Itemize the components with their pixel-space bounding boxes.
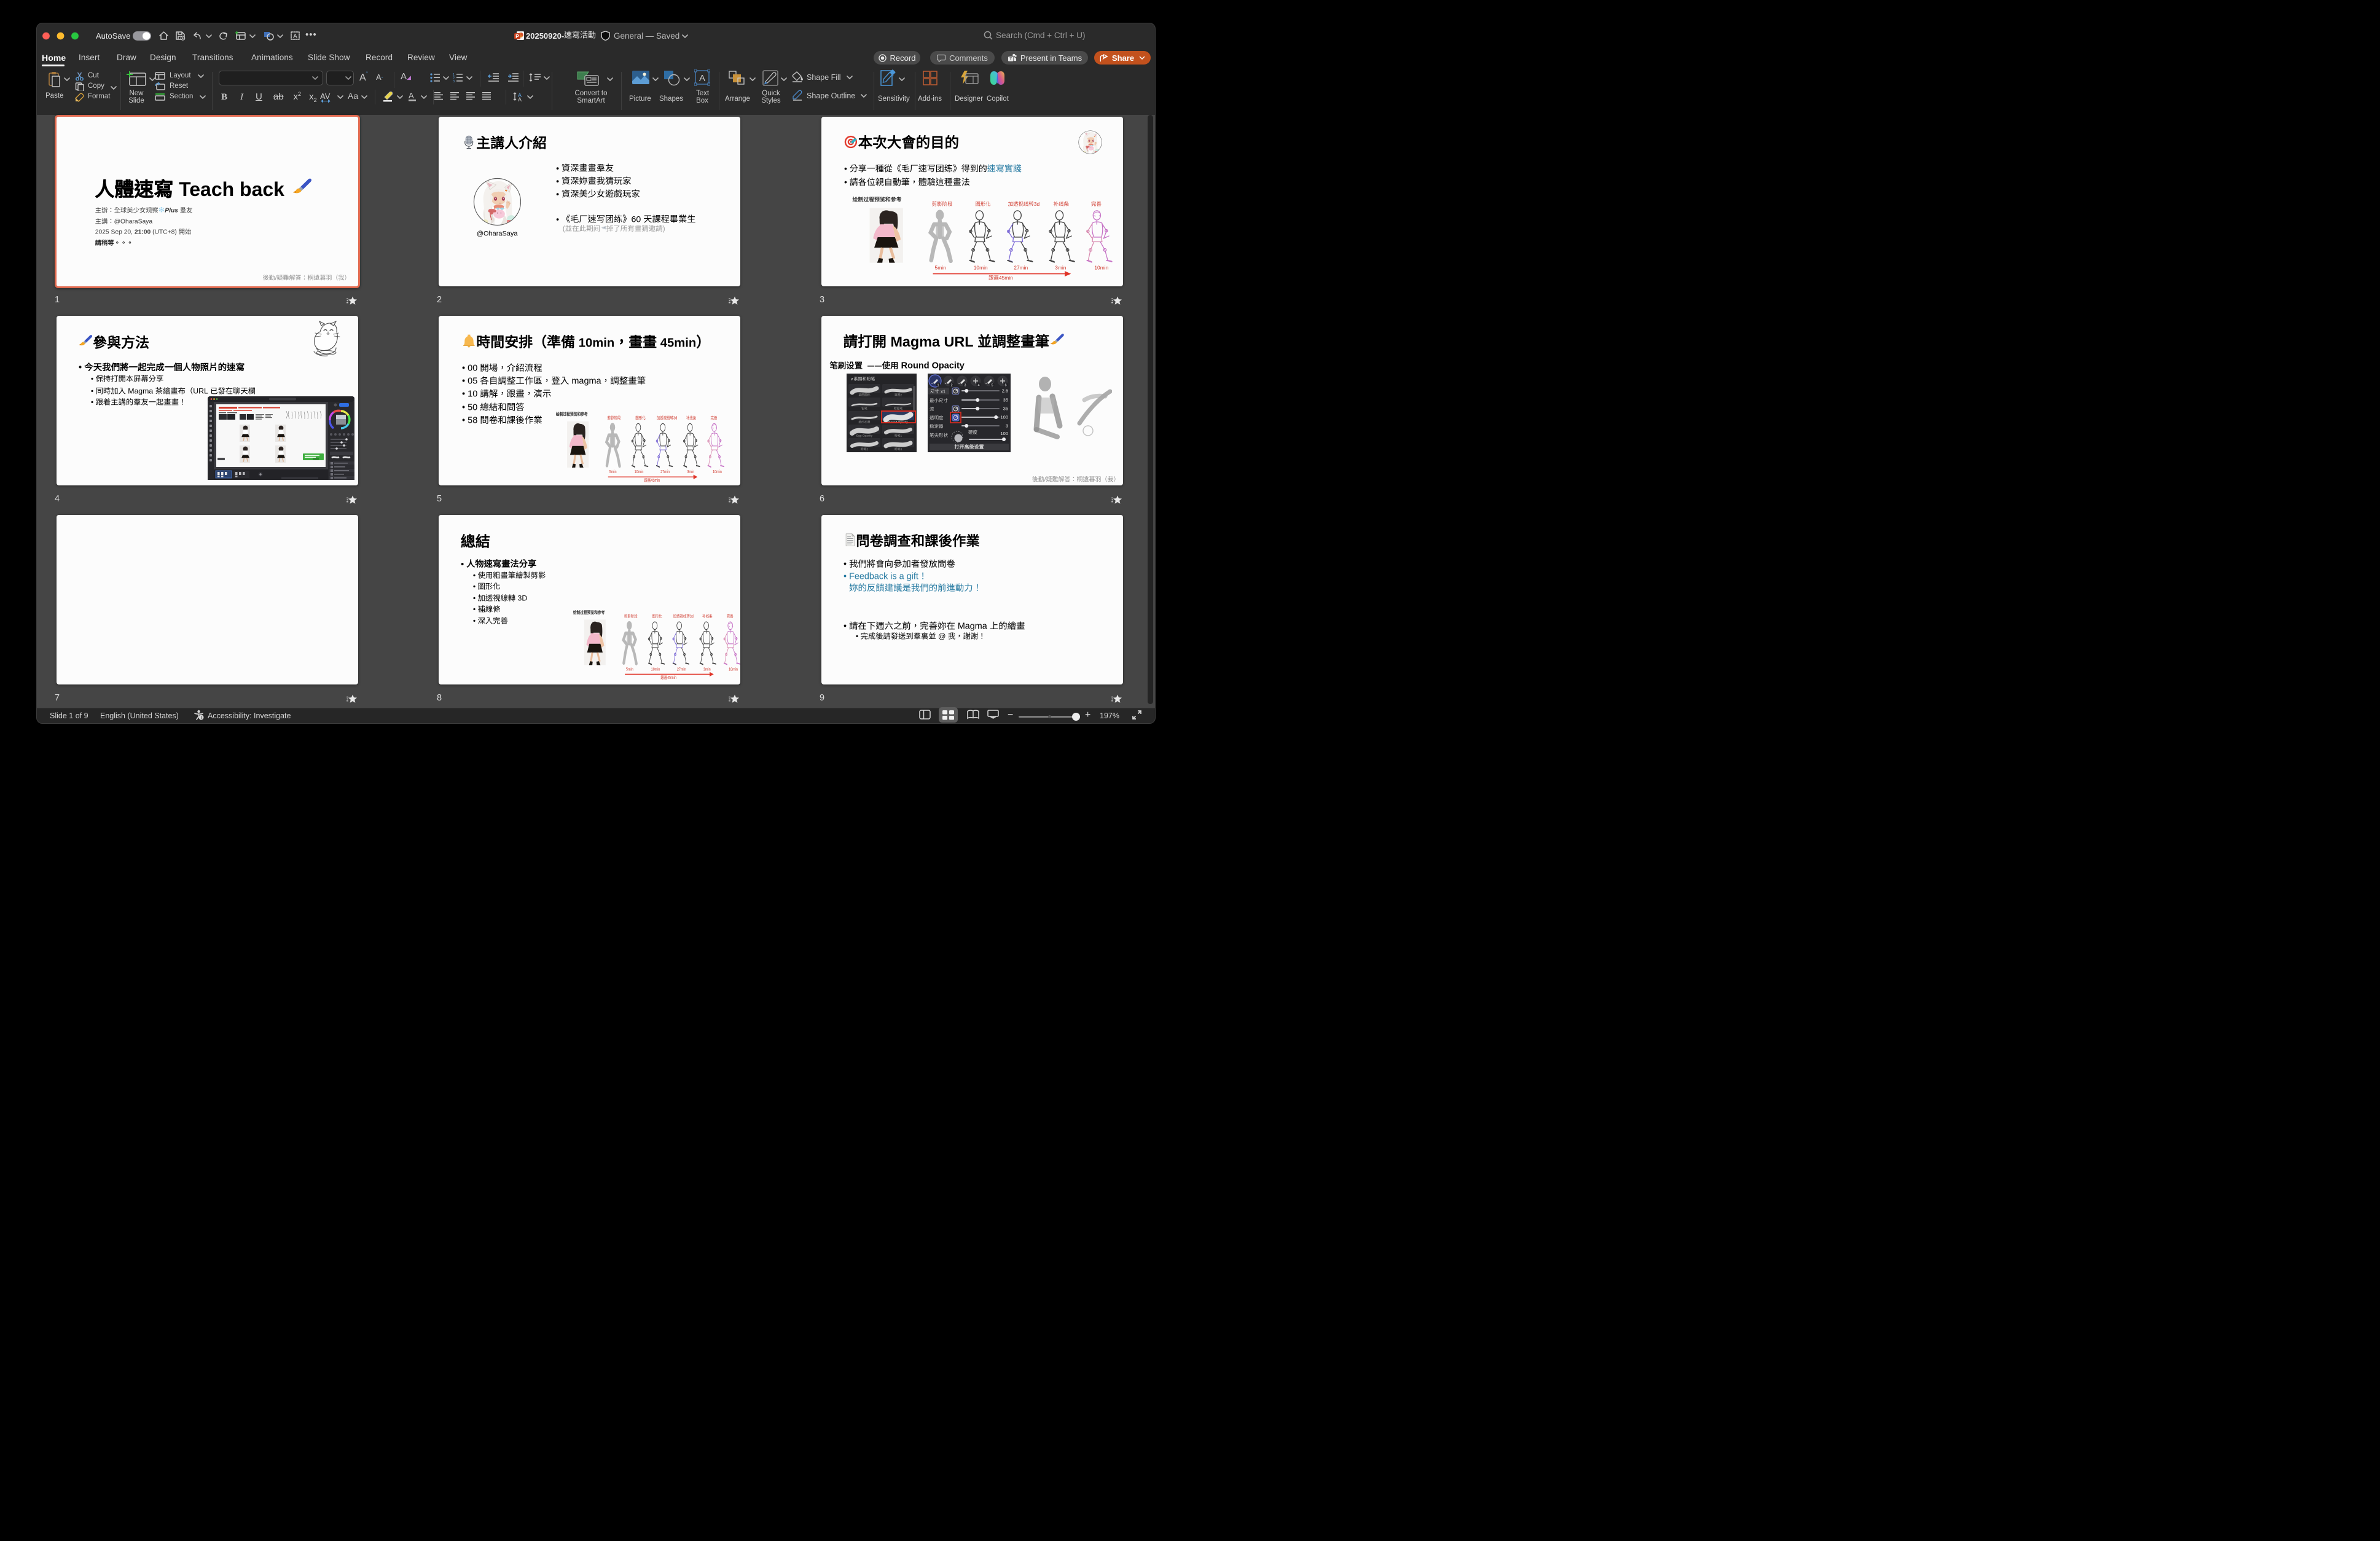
svg-text:•: • (556, 190, 562, 200)
svg-text:A: A (409, 91, 414, 100)
svg-text:/: / (1044, 476, 1046, 483)
svg-text:60: 60 (632, 215, 644, 225)
svg-text:•: • (556, 215, 562, 225)
svg-text:•: • (79, 363, 84, 372)
svg-text:•: • (90, 386, 95, 395)
svg-text:@: @ (936, 632, 947, 640)
svg-text:(: ( (563, 225, 565, 233)
svg-text:• 05: • 05 (462, 377, 480, 386)
svg-text:•: • (472, 616, 477, 625)
svg-text:•: • (472, 594, 477, 602)
svg-text:•: • (472, 582, 477, 591)
svg-text:•: • (855, 632, 860, 640)
svg-text:Round Opacity: Round Opacity (899, 361, 965, 371)
svg-text:•: • (472, 605, 477, 614)
svg-text:Magma: Magma (955, 621, 989, 631)
svg-text:•: • (844, 560, 849, 570)
svg-text:A: A (293, 33, 297, 40)
svg-text:A: A (699, 73, 705, 84)
svg-text:•: • (844, 163, 850, 173)
svg-text:3D: 3D (515, 594, 527, 602)
svg-text:• 58: • 58 (462, 416, 480, 426)
svg-text:• 00: • 00 (462, 364, 480, 374)
svg-text:•: • (90, 375, 95, 383)
svg-text:2025 Sep 20,: 2025 Sep 20, (95, 229, 135, 236)
svg-text:): ) (662, 225, 665, 233)
svg-text:A: A (518, 96, 522, 102)
svg-text:•: • (844, 621, 849, 631)
svg-text:Plus: Plus (165, 208, 178, 214)
svg-text:@OharaSaya: @OharaSaya (477, 230, 518, 237)
svg-text:•: • (556, 164, 562, 174)
svg-text:URL: URL (193, 386, 210, 395)
svg-text:(UTC+8): (UTC+8) (151, 229, 178, 236)
svg-text:/: / (275, 275, 276, 281)
svg-text:•: • (461, 560, 466, 570)
svg-text:• 10: • 10 (462, 390, 480, 399)
svg-text:Magma: Magma (125, 386, 155, 395)
svg-text:P: P (515, 33, 519, 39)
svg-text:@OharaSaya: @OharaSaya (114, 218, 153, 225)
svg-text:45min: 45min (657, 336, 696, 350)
svg-text:• Feedback is a gift: • Feedback is a gift (844, 572, 918, 582)
svg-text:•: • (90, 398, 95, 407)
svg-text:•: • (844, 177, 850, 187)
svg-text:Magma URL: Magma URL (887, 334, 977, 350)
svg-text:magma: magma (569, 377, 601, 386)
svg-text:AV: AV (320, 92, 331, 101)
svg-text:T: T (1009, 58, 1012, 61)
svg-text:• 50: • 50 (462, 403, 480, 413)
svg-text:10min: 10min (575, 336, 614, 350)
svg-text:21:00: 21:00 (135, 229, 151, 236)
svg-text:Teach back: Teach back (179, 178, 290, 200)
svg-text:!: ! (200, 716, 202, 720)
svg-text:•: • (472, 571, 477, 579)
svg-text:•: • (556, 177, 562, 187)
svg-text:3: 3 (453, 80, 455, 82)
